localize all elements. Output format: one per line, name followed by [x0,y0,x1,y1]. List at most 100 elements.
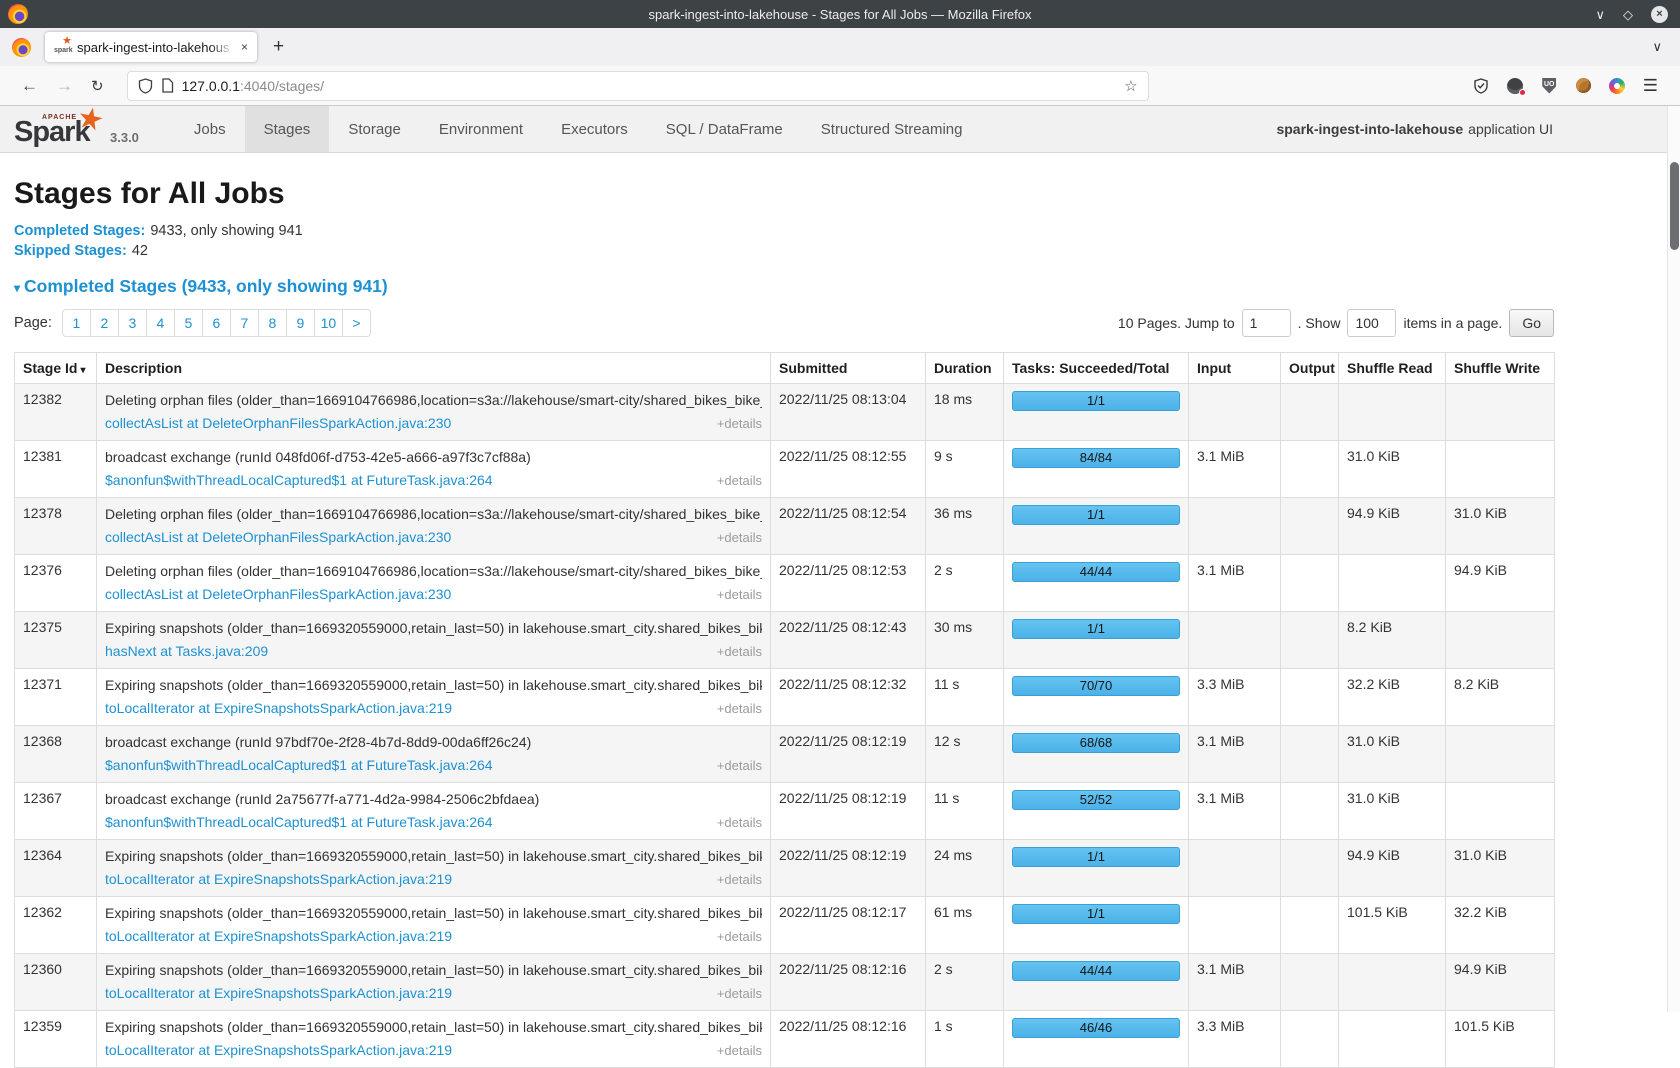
stage-detail-link[interactable]: $anonfun$withThreadLocalCaptured$1 at Fu… [105,471,493,490]
page-button-8[interactable]: 8 [259,310,286,336]
stage-detail-link[interactable]: $anonfun$withThreadLocalCaptured$1 at Fu… [105,756,493,775]
shuffle-write-cell: 8.2 KiB [1446,669,1555,726]
menu-icon[interactable]: ☰ [1643,76,1658,96]
bookmark-star-icon[interactable]: ☆ [1124,77,1137,95]
tab-close-icon[interactable]: × [241,40,248,54]
ublock-shield-icon[interactable]: UO [1541,77,1558,94]
page-button-1[interactable]: 1 [63,310,90,336]
stage-detail-link[interactable]: collectAsList at DeleteOrphanFilesSparkA… [105,414,451,433]
nav-item-executors[interactable]: Executors [542,106,647,152]
column-header-duration[interactable]: Duration [926,353,1004,384]
shuffle-write-cell: 101.5 KiB [1446,1011,1555,1068]
items-per-page-input[interactable] [1347,309,1396,337]
stage-detail-link[interactable]: $anonfun$withThreadLocalCaptured$1 at Fu… [105,813,493,832]
spark-nav-items: JobsStagesStorageEnvironmentExecutorsSQL… [175,106,982,152]
stage-detail-link[interactable]: toLocalIterator at ExpireSnapshotsSparkA… [105,927,452,946]
next-page-button[interactable]: > [343,310,370,336]
nav-item-jobs[interactable]: Jobs [175,106,245,152]
column-header-stage-id[interactable]: Stage Id▾ [15,353,97,384]
table-row: 12378Deleting orphan files (older_than=1… [15,498,1555,555]
column-header-tasks-succeeded-total[interactable]: Tasks: Succeeded/Total [1004,353,1189,384]
reload-button[interactable]: ↻ [91,77,104,95]
column-header-output[interactable]: Output [1281,353,1339,384]
url-text[interactable]: 127.0.0.1:4040/stages/ [182,78,324,94]
shield-permissions-icon[interactable] [138,78,153,94]
page-info-icon[interactable] [161,78,174,93]
page-button-5[interactable]: 5 [175,310,202,336]
column-header-description[interactable]: Description [97,353,771,384]
shuffle-read-cell [1339,954,1446,1011]
browser-tab[interactable]: ★ spark spark-ingest-into-lakehous × [45,32,257,62]
details-toggle[interactable]: +details [717,813,762,832]
nav-item-storage[interactable]: Storage [329,106,420,152]
nav-item-environment[interactable]: Environment [420,106,542,152]
nav-item-stages[interactable]: Stages [245,106,330,152]
stage-id-cell: 12360 [15,954,97,1011]
details-toggle[interactable]: +details [717,870,762,889]
page-button-7[interactable]: 7 [231,310,258,336]
page-scrollbar[interactable] [1667,106,1680,1012]
spark-navbar: APACHE Spark ★ 3.3.0 JobsStagesStorageEn… [0,106,1680,153]
details-toggle[interactable]: +details [717,1041,762,1060]
close-button[interactable]: × [1651,6,1668,23]
stage-detail-link[interactable]: toLocalIterator at ExpireSnapshotsSparkA… [105,984,452,1003]
column-header-input[interactable]: Input [1189,353,1281,384]
jump-to-page-input[interactable] [1242,309,1291,337]
duration-cell: 9 s [926,441,1004,498]
forward-button[interactable]: → [56,76,73,96]
stage-detail-link[interactable]: collectAsList at DeleteOrphanFilesSparkA… [105,585,451,604]
go-button[interactable]: Go [1509,309,1554,337]
pocket-shield-check-icon[interactable] [1473,77,1490,94]
details-toggle[interactable]: +details [717,984,762,1003]
back-button[interactable]: ← [21,76,38,96]
details-toggle[interactable]: +details [717,642,762,661]
extension-pinwheel-icon[interactable] [1609,77,1626,94]
stage-detail-link[interactable]: toLocalIterator at ExpireSnapshotsSparkA… [105,699,452,718]
output-cell [1281,498,1339,555]
nav-item-structured-streaming[interactable]: Structured Streaming [802,106,982,152]
scrollbar-thumb[interactable] [1670,162,1679,250]
details-toggle[interactable]: +details [717,585,762,604]
list-tabs-icon[interactable]: ∨ [1652,39,1662,55]
column-header-submitted[interactable]: Submitted [771,353,926,384]
minimize-button[interactable]: ∨ [1595,8,1605,21]
page-button-9[interactable]: 9 [287,310,314,336]
details-toggle[interactable]: +details [717,414,762,433]
stage-detail-link[interactable]: toLocalIterator at ExpireSnapshotsSparkA… [105,870,452,889]
maximize-button[interactable]: ◇ [1623,8,1633,21]
submitted-cell: 2022/11/25 08:12:19 [771,783,926,840]
pagination-controls: Page: 12345678910> 10 Pages. Jump to . S… [14,309,1554,337]
page-button-2[interactable]: 2 [91,310,118,336]
output-cell [1281,726,1339,783]
details-toggle[interactable]: +details [717,528,762,547]
page-button-4[interactable]: 4 [147,310,174,336]
stage-detail-link[interactable]: hasNext at Tasks.java:209 [105,642,268,661]
details-toggle[interactable]: +details [717,927,762,946]
page-button-6[interactable]: 6 [203,310,230,336]
input-cell: 3.3 MiB [1189,1011,1281,1068]
application-label: spark-ingest-into-lakehouse application … [1276,106,1680,152]
completed-stages-section-header[interactable]: ▾Completed Stages (9433, only showing 94… [14,276,1554,297]
page-button-3[interactable]: 3 [119,310,146,336]
input-cell [1189,498,1281,555]
details-toggle[interactable]: +details [717,471,762,490]
stage-detail-link[interactable]: toLocalIterator at ExpireSnapshotsSparkA… [105,1041,452,1060]
shuffle-write-cell: 31.0 KiB [1446,840,1555,897]
details-toggle[interactable]: +details [717,756,762,775]
shuffle-write-cell: 94.9 KiB [1446,555,1555,612]
new-tab-button[interactable]: + [273,36,284,58]
table-row: 12359Expiring snapshots (older_than=1669… [15,1011,1555,1068]
firefox-view-icon[interactable] [12,38,31,57]
stage-detail-link[interactable]: collectAsList at DeleteOrphanFilesSparkA… [105,528,451,547]
column-header-shuffle-write[interactable]: Shuffle Write [1446,353,1555,384]
details-toggle[interactable]: +details [717,699,762,718]
page-button-10[interactable]: 10 [315,310,342,336]
privacy-mask-icon[interactable] [1507,77,1524,94]
column-header-shuffle-read[interactable]: Shuffle Read [1339,353,1446,384]
spark-logo[interactable]: APACHE Spark ★ [14,106,100,152]
nav-item-sql-dataframe[interactable]: SQL / DataFrame [647,106,802,152]
cookie-icon[interactable] [1575,77,1592,94]
stage-id-cell: 12382 [15,384,97,441]
url-bar[interactable]: 127.0.0.1:4040/stages/ ☆ [127,71,1149,101]
stage-description: broadcast exchange (runId 97bdf70e-2f28-… [105,733,762,752]
